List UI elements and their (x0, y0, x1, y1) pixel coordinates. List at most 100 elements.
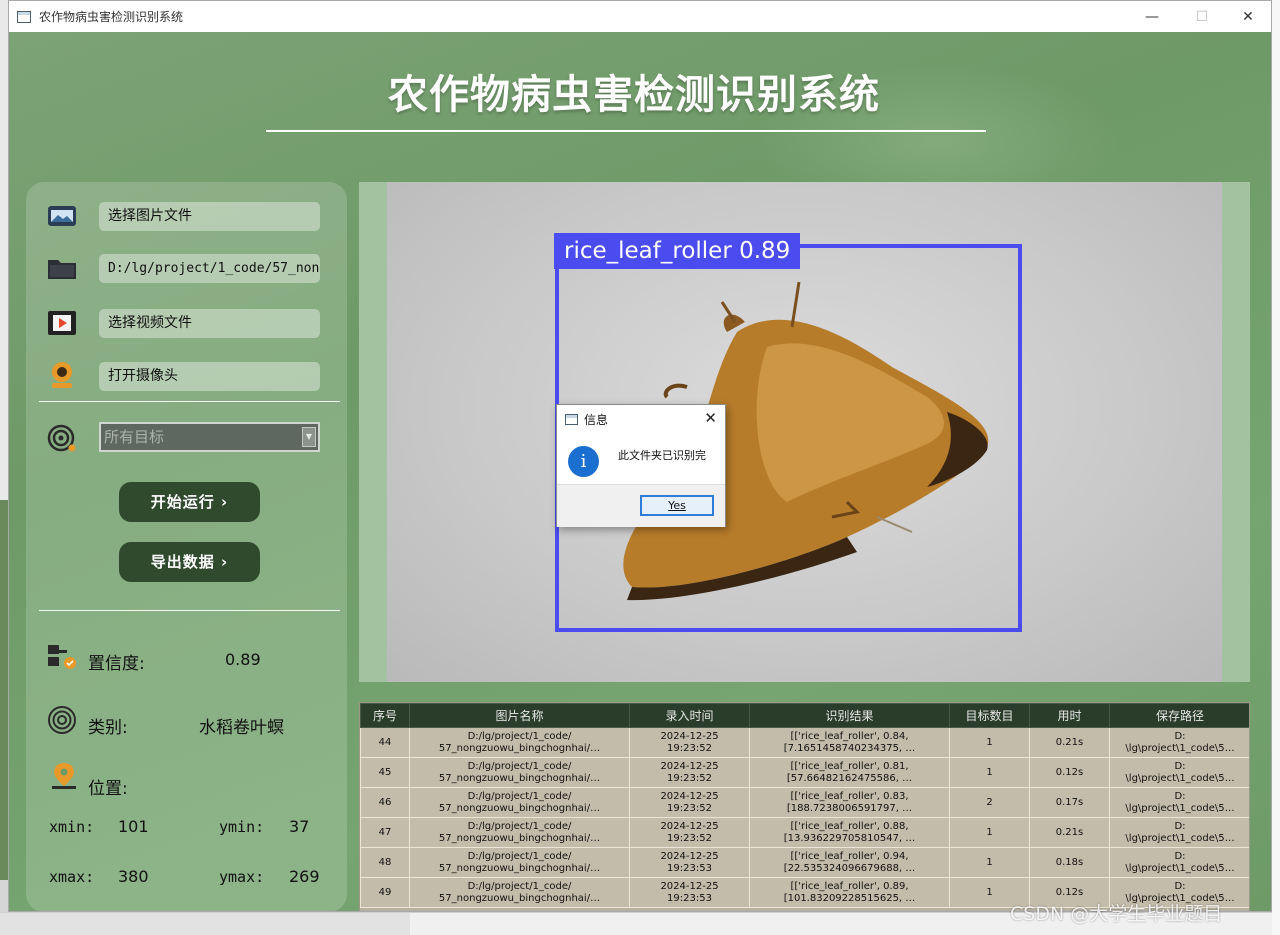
ymin-value: 37 (289, 817, 310, 836)
app-icon (17, 10, 31, 23)
confidence-label: 置信度: (88, 654, 145, 674)
cell-result: [['rice_leaf_roller', 0.89, [101.8320922… (749, 877, 950, 908)
title-underline (266, 130, 986, 132)
xmin-value: 101 (118, 817, 149, 836)
cell-image-name: D:/lg/project/1_code/ 57_nongzuowu_bingc… (409, 847, 630, 878)
export-data-button[interactable]: 导出数据 › (119, 542, 260, 582)
folder-icon (48, 260, 76, 279)
panel-divider (39, 401, 340, 402)
window-title: 农作物病虫害检测识别系统 (39, 10, 184, 24)
cell-result: [['rice_leaf_roller', 0.81, [57.66482162… (749, 757, 950, 788)
open-camera-button[interactable]: 打开摄像头 (99, 362, 320, 391)
cell-id: 47 (360, 817, 410, 848)
cell-count: 1 (949, 847, 1030, 878)
control-panel: 选择图片文件 D:/lg/project/1_code/57_nongzuowu… (26, 182, 347, 911)
target-select[interactable]: 所有目标 ▼ (99, 422, 320, 452)
cell-time: 2024-12-25 19:23:53 (629, 877, 750, 908)
dialog-title: 信息 (584, 412, 609, 427)
detection-image: rice_leaf_roller 0.89 (387, 182, 1222, 682)
cell-id: 44 (360, 727, 410, 758)
dialog-message: 此文件夹已识别完 (618, 449, 706, 462)
header-save-path[interactable]: 保存路径 (1109, 703, 1249, 728)
cell-path: D: \lg\project\1_code\5… (1109, 817, 1249, 848)
cell-image-name: D:/lg/project/1_code/ 57_nongzuowu_bingc… (409, 787, 630, 818)
class-value: 水稻卷叶螟 (199, 718, 284, 738)
class-icon (48, 706, 76, 734)
chevron-down-icon[interactable]: ▼ (302, 427, 316, 447)
table-row[interactable]: 46 D:/lg/project/1_code/ 57_nongzuowu_bi… (360, 787, 1249, 818)
start-run-button[interactable]: 开始运行 › (119, 482, 260, 522)
confidence-value: 0.89 (225, 650, 261, 669)
cell-path: D: \lg\project\1_code\5… (1109, 787, 1249, 818)
ymin-label: ymin: (219, 818, 265, 836)
cell-duration: 0.21s (1029, 727, 1110, 758)
dialog-close-icon[interactable]: ✕ (704, 409, 717, 427)
table-header-row: 序号 图片名称 录入时间 识别结果 目标数目 用时 保存路径 (360, 703, 1249, 728)
page-title: 农作物病虫害检测识别系统 (388, 72, 880, 118)
header-entry-time[interactable]: 录入时间 (629, 703, 750, 728)
background-window-left (0, 0, 8, 935)
header-target-count[interactable]: 目标数目 (949, 703, 1030, 728)
camera-icon (52, 362, 72, 388)
target-icon (47, 424, 76, 452)
cell-image-name: D:/lg/project/1_code/ 57_nongzuowu_bingc… (409, 757, 630, 788)
select-video-button[interactable]: 选择视频文件 (99, 309, 320, 338)
close-button[interactable]: ✕ (1225, 1, 1271, 32)
cell-result: [['rice_leaf_roller', 0.88, [13.93622970… (749, 817, 950, 848)
cell-id: 48 (360, 847, 410, 878)
table-row[interactable]: 47 D:/lg/project/1_code/ 57_nongzuowu_bi… (360, 817, 1249, 848)
ymax-value: 269 (289, 867, 320, 886)
header-image-name[interactable]: 图片名称 (409, 703, 630, 728)
maximize-button[interactable]: ☐ (1179, 1, 1225, 32)
cell-result: [['rice_leaf_roller', 0.94, [22.53532409… (749, 847, 950, 878)
cell-time: 2024-12-25 19:23:52 (629, 727, 750, 758)
cell-image-name: D:/lg/project/1_code/ 57_nongzuowu_bingc… (409, 727, 630, 758)
results-table[interactable]: 序号 图片名称 录入时间 识别结果 目标数目 用时 保存路径 44 D:/lg/… (359, 702, 1250, 911)
image-file-icon (48, 206, 76, 226)
cell-count: 1 (949, 817, 1030, 848)
header-id[interactable]: 序号 (360, 703, 410, 728)
ymax-label: ymax: (219, 868, 265, 886)
video-file-icon (48, 311, 76, 335)
table-row[interactable]: 44 D:/lg/project/1_code/ 57_nongzuowu_bi… (360, 727, 1249, 758)
minimize-button[interactable]: — (1129, 1, 1175, 32)
cell-duration: 0.17s (1029, 787, 1110, 818)
xmax-value: 380 (118, 867, 149, 886)
watermark: CSDN @大学生毕业题目 (1010, 903, 1223, 925)
yes-button[interactable]: Yes (640, 495, 714, 516)
cell-result: [['rice_leaf_roller', 0.84, [7.165145874… (749, 727, 950, 758)
table-row[interactable]: 48 D:/lg/project/1_code/ 57_nongzuowu_bi… (360, 847, 1249, 878)
info-dialog: 信息 ✕ i 此文件夹已识别完 Yes (556, 404, 726, 527)
cell-time: 2024-12-25 19:23:52 (629, 817, 750, 848)
main-content: 农作物病虫害检测识别系统 选择图片文件 D:/lg/project/1_code… (9, 32, 1271, 911)
position-label: 位置: (88, 779, 128, 799)
cell-count: 1 (949, 727, 1030, 758)
cell-count: 1 (949, 757, 1030, 788)
cell-path: D: \lg\project\1_code\5… (1109, 727, 1249, 758)
cell-count: 2 (949, 787, 1030, 818)
panel-divider (39, 610, 340, 611)
select-image-button[interactable]: 选择图片文件 (99, 202, 320, 231)
cell-result: [['rice_leaf_roller', 0.83, [188.7238006… (749, 787, 950, 818)
cell-time: 2024-12-25 19:23:53 (629, 847, 750, 878)
cell-path: D: \lg\project\1_code\5… (1109, 847, 1249, 878)
xmax-label: xmax: (49, 868, 95, 886)
header-duration[interactable]: 用时 (1029, 703, 1110, 728)
dialog-app-icon (565, 413, 578, 425)
detection-label: rice_leaf_roller 0.89 (554, 233, 801, 269)
confidence-icon (48, 645, 76, 669)
target-select-value: 所有目标 (104, 428, 165, 446)
cell-duration: 0.21s (1029, 817, 1110, 848)
cell-duration: 0.18s (1029, 847, 1110, 878)
folder-path-field[interactable]: D:/lg/project/1_code/57_nongzuowu_bingch… (99, 254, 320, 283)
header-result[interactable]: 识别结果 (749, 703, 950, 728)
cell-image-name: D:/lg/project/1_code/ 57_nongzuowu_bingc… (409, 817, 630, 848)
background-window-right (1272, 0, 1280, 935)
cell-id: 45 (360, 757, 410, 788)
cell-path: D: \lg\project\1_code\5… (1109, 757, 1249, 788)
class-label: 类别: (88, 718, 128, 738)
cell-id: 46 (360, 787, 410, 818)
app-window: 农作物病虫害检测识别系统 — ☐ ✕ 农作物病虫害检测识别系统 选择图片文件 D… (8, 0, 1272, 912)
table-row[interactable]: 45 D:/lg/project/1_code/ 57_nongzuowu_bi… (360, 757, 1249, 788)
info-icon: i (568, 446, 599, 477)
